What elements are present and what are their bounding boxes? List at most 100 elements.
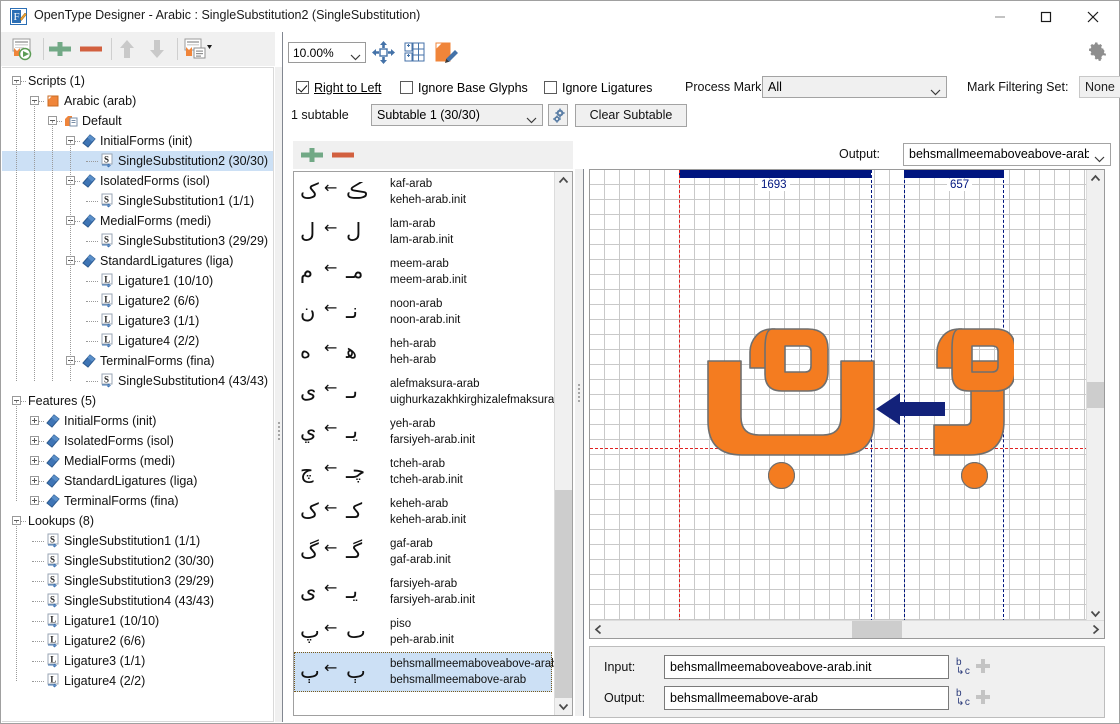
tree-item[interactable]: Features (5) [2,391,273,411]
tree-item-label: InitialForms (init) [64,414,157,428]
substitution-row[interactable]: ه ← ﻫ heh-arab heh-arab [294,332,552,372]
scrollbar-thumb[interactable] [555,490,572,698]
scrollbar-thumb[interactable] [852,621,902,638]
substitution-output-name: peh-arab.init [390,634,454,646]
tree-item[interactable]: TerminalForms (fina) [2,351,273,371]
process-marks-combobox[interactable]: All [762,76,947,98]
tree-item[interactable]: StandardLigatures (liga) [2,471,273,491]
substitution-row[interactable]: گ ← گـ gaf-arab gaf-arab.init [294,532,552,572]
tree-expand-icon[interactable] [30,436,39,445]
tree-item[interactable]: MedialForms (medi) [2,451,273,471]
substitution-row[interactable]: ي ← يـ yeh-arab farsiyeh-arab.init [294,412,552,452]
input-add-icon[interactable] [976,659,990,673]
tree-item[interactable]: L Ligature1 (10/10) [2,611,273,631]
tree-item[interactable]: Scripts (1) [2,71,273,91]
zoom-combobox[interactable]: 10.00% [288,42,366,63]
tree-connector [86,161,98,163]
canvas-horizontal-scrollbar[interactable] [590,620,1104,638]
tree-item[interactable]: S SingleSubstitution4 (43/43) [2,371,273,391]
tree-item[interactable]: S SingleSubstitution1 (1/1) [2,191,273,211]
lookup-tree[interactable]: Scripts (1) Arabic (arab) Default InitialFo… [2,68,273,691]
substitution-preview: پ ← ٮ [298,612,386,652]
tree-expand-icon[interactable] [30,496,39,505]
tree-connector [34,101,36,381]
scroll-left-arrow[interactable] [590,621,607,638]
tree-item[interactable]: L Ligature1 (10/10) [2,271,273,291]
canvas-output-combobox[interactable]: behsmallmeemaboveabove-arab.i [903,143,1111,166]
tree-item[interactable]: L Ligature2 (6/6) [2,631,273,651]
glyph-list-scrollbar[interactable] [554,172,572,715]
tree-item[interactable]: InitialForms (init) [2,131,273,151]
canvas-vertical-scrollbar[interactable] [1086,170,1104,622]
input-glyph-picker-icon[interactable]: b ↳c [956,658,970,677]
tree-expand-icon[interactable] [30,416,39,425]
tree-item[interactable]: S SingleSubstitution3 (29/29) [2,231,273,251]
substitution-row[interactable]: م ← مـ meem-arab meem-arab.init [294,252,552,292]
tree-item[interactable]: IsolatedForms (isol) [2,171,273,191]
move-up-icon[interactable] [117,39,137,59]
substitution-row[interactable]: پ ← ٮ piso peh-arab.init [294,612,552,652]
tree-item[interactable]: IsolatedForms (isol) [2,431,273,451]
close-button[interactable] [1072,1,1118,31]
tree-expand-icon[interactable] [30,476,39,485]
report-dropdown-icon[interactable] [183,37,213,61]
edit-glyph-icon[interactable] [433,40,463,65]
tree-item[interactable]: L Ligature2 (6/6) [2,291,273,311]
tree-item[interactable]: TerminalForms (fina) [2,491,273,511]
output-field[interactable]: behsmallmeemabove-arab [664,686,949,710]
clear-subtable-button[interactable]: Clear Subtable [575,104,687,127]
remove-icon[interactable] [80,42,102,56]
tree-item[interactable]: Default [2,111,273,131]
tree-item[interactable]: S SingleSubstitution3 (29/29) [2,571,273,591]
fit-to-window-icon[interactable] [371,40,397,65]
tree-item[interactable]: L Ligature4 (2/2) [2,671,273,691]
tree-item[interactable]: L Ligature3 (1/1) [2,651,273,671]
tree-item[interactable]: S SingleSubstitution2 (30/30) [2,151,273,171]
substitution-row[interactable]: ن ← نـ noon-arab noon-arab.init [294,292,552,332]
tree-item[interactable]: S SingleSubstitution1 (1/1) [2,531,273,551]
tree-item[interactable]: L Ligature3 (1/1) [2,311,273,331]
substitution-row[interactable]: چ ← چـ tcheh-arab tcheh-arab.init [294,452,552,492]
scroll-up-arrow[interactable] [555,172,572,189]
input-field[interactable]: behsmallmeemaboveabove-arab.init [664,655,949,679]
middle-splitter[interactable] [575,169,583,716]
tree-item[interactable]: S SingleSubstitution2 (30/30) [2,551,273,571]
mark-filtering-set-field[interactable]: None [1079,76,1120,98]
add-icon[interactable] [49,42,71,56]
substitution-rows[interactable]: ک ← ڪ kaf-arab keheh-arab.init ل ← ل lam-arab lam… [294,172,572,692]
maximize-button[interactable] [1025,1,1071,31]
tree-item[interactable]: Arabic (arab) [2,91,273,111]
output-glyph-picker-icon[interactable]: b ↳c [956,689,970,708]
substitution-row[interactable]: ٻ ← ٻ behsmallmeemaboveabove-arab.init behsm… [294,652,572,692]
single-substitution-icon: S [45,553,61,569]
scroll-down-arrow[interactable] [555,698,572,715]
substitution-list[interactable]: ک ← ڪ kaf-arab keheh-arab.init ل ← ل lam-arab lam… [293,171,573,716]
tree-item[interactable]: L Ligature4 (2/2) [2,331,273,351]
subtable-combobox[interactable]: Subtable 1 (30/30) [371,104,543,126]
lookup-tree-panel[interactable]: Scripts (1) Arabic (arab) Default InitialFo… [2,67,274,722]
scroll-up-arrow[interactable] [1087,170,1104,187]
tree-item[interactable]: Lookups (8) [2,511,273,531]
substitution-row[interactable]: ل ← ل lam-arab lam-arab.init [294,212,552,252]
substitution-row[interactable]: ى ← ىـ alefmaksura-arab uighurkazakhkirghiza… [294,372,572,412]
scroll-right-arrow[interactable] [1087,621,1104,638]
move-down-icon[interactable] [147,39,167,59]
scrollbar-thumb[interactable] [1087,382,1104,408]
output-add-icon[interactable] [976,690,990,704]
glyph-canvas[interactable]: 1693 657 [589,169,1105,639]
substitution-row[interactable]: ک ← کـ keheh-arab keheh-arab.init [294,492,552,532]
subtable-settings-button[interactable] [548,104,568,126]
tree-expand-icon[interactable] [30,456,39,465]
substitution-row[interactable]: ی ← یـ farsiyeh-arab farsiyeh-arab.init [294,572,552,612]
tree-item[interactable]: InitialForms (init) [2,411,273,431]
tree-item[interactable]: MedialForms (medi) [2,211,273,231]
add-icon[interactable] [301,148,323,162]
tree-item[interactable]: StandardLigatures (liga) [2,251,273,271]
substitution-row[interactable]: ک ← ڪ kaf-arab keheh-arab.init [294,172,552,212]
remove-icon[interactable] [332,148,354,162]
glyph-grid-icon[interactable] [402,40,428,65]
preview-lookup-icon[interactable] [9,37,35,61]
minimize-button[interactable] [979,1,1025,31]
gear-icon[interactable] [1089,42,1111,64]
tree-item[interactable]: S SingleSubstitution4 (43/43) [2,591,273,611]
